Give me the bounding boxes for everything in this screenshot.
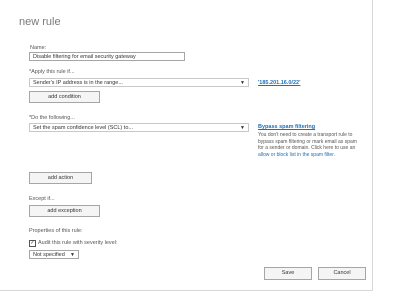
add-exception-button[interactable]: add exception (29, 205, 100, 217)
audit-checkbox[interactable]: ✓ (29, 240, 36, 247)
ip-range-link[interactable]: '185.201.16.0/22' (258, 80, 300, 86)
bypass-spam-link[interactable]: Bypass spam filtering (258, 124, 315, 130)
checkmark-icon: ✓ (30, 240, 35, 246)
condition-select[interactable]: Sender's IP address is in the range... ▼ (29, 78, 249, 87)
chevron-down-icon: ▼ (240, 125, 245, 131)
action-select[interactable]: Set the spam confidence level (SCL) to..… (29, 123, 249, 132)
add-condition-button[interactable]: add condition (29, 91, 100, 103)
severity-select-value: Not specified (33, 252, 65, 258)
apply-label: *Apply this rule if... (29, 69, 75, 75)
severity-select[interactable]: Not specified ▼ (29, 250, 79, 259)
do-label: *Do the following... (29, 115, 75, 121)
name-label: Name: (30, 45, 47, 51)
action-select-value: Set the spam confidence level (SCL) to..… (33, 125, 133, 131)
spam-help-text: You don't need to create a transport rul… (258, 132, 358, 158)
name-input[interactable]: Disable filtering for email security gat… (29, 52, 185, 61)
properties-label: Properties of this rule: (29, 228, 83, 234)
new-rule-dialog: new rule Name: Disable filtering for ema… (0, 0, 373, 291)
add-action-button[interactable]: add action (29, 172, 92, 184)
audit-label: Audit this rule with severity level: (38, 240, 118, 246)
allow-block-list-link[interactable]: allow or block list in the spam filter. (258, 152, 335, 158)
condition-select-value: Sender's IP address is in the range... (33, 80, 123, 86)
save-button[interactable]: Save (264, 267, 312, 280)
except-label: Except if... (29, 196, 55, 202)
chevron-down-icon: ▼ (70, 252, 75, 258)
dialog-title: new rule (19, 16, 61, 28)
spam-help-body: You don't need to create a transport rul… (258, 132, 357, 151)
cancel-button[interactable]: Cancel (318, 267, 366, 280)
chevron-down-icon: ▼ (240, 80, 245, 86)
